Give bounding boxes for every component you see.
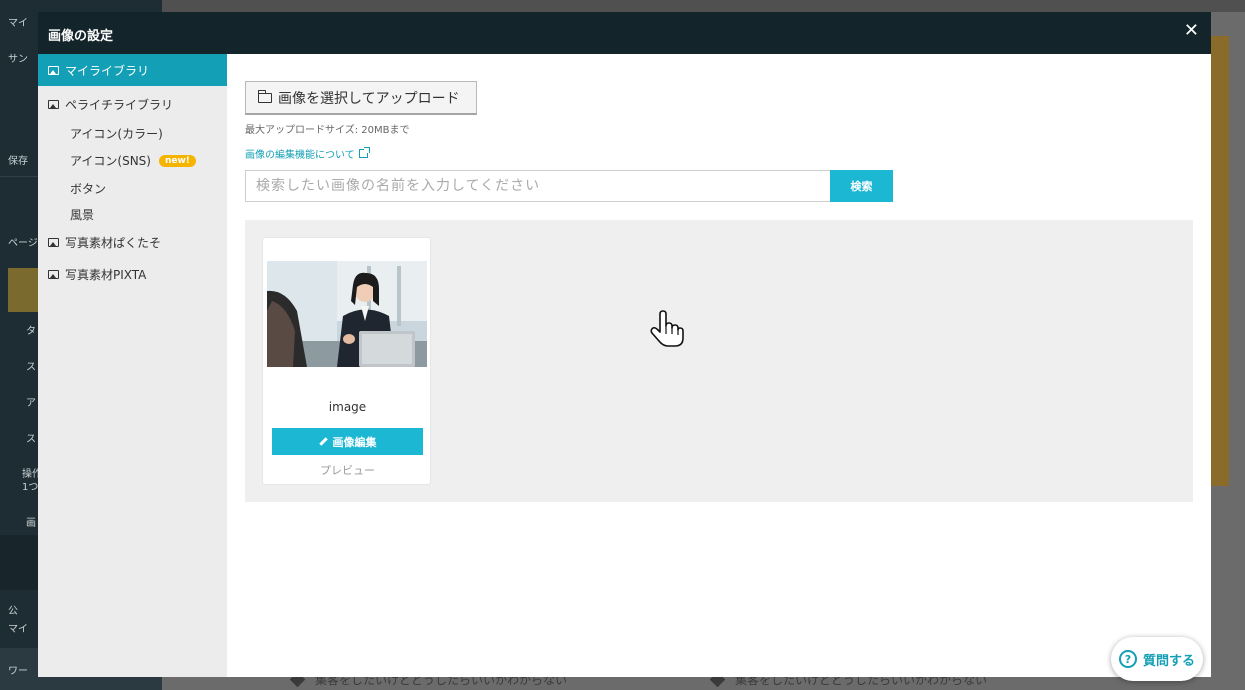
- bg-text: 公: [8, 606, 18, 617]
- bg-text: 1つ: [22, 482, 39, 493]
- sidebar-item-pixta[interactable]: 写真素材PIXTA: [38, 258, 227, 290]
- library-sidebar: マイライブラリ ペライチライブラリ アイコン(カラー) アイコン(SNS) ne…: [38, 54, 227, 677]
- office-photo-image: [267, 261, 427, 367]
- image-icon: [48, 99, 59, 109]
- modal-title: 画像の設定: [48, 29, 114, 44]
- sidebar-item-label: ペライチライブラリ: [65, 97, 174, 112]
- sidebar-subitem-scenery[interactable]: 風景: [70, 206, 94, 223]
- sidebar-item-peraichi-library[interactable]: ペライチライブラリ: [38, 88, 227, 120]
- sidebar-item-label: 写真素材PIXTA: [65, 267, 147, 282]
- edit-feature-link[interactable]: 画像の編集機能について: [245, 146, 370, 161]
- question-icon: ?: [1118, 650, 1137, 668]
- hand-pointer-icon: [650, 310, 684, 347]
- bg-text: ページ: [8, 238, 38, 249]
- upload-button[interactable]: 画像を選択してアップロード: [245, 81, 477, 115]
- image-settings-modal: 画像の設定 ✕ マイライブラリ ペライチライブラリ アイコン(カラー) アイコン…: [38, 12, 1211, 677]
- sidebar-item-label: 写真素材ぱくたそ: [65, 235, 162, 250]
- search-button[interactable]: 検索: [830, 170, 893, 202]
- modal-header: 画像の設定 ✕: [38, 12, 1211, 54]
- sidebar-item-my-library[interactable]: マイライブラリ: [38, 54, 227, 86]
- image-icon: [48, 65, 59, 75]
- sidebar-subitem-icon-sns[interactable]: アイコン(SNS) new!: [70, 152, 196, 169]
- edit-image-button[interactable]: 画像編集: [272, 428, 423, 455]
- bg-text: 画: [26, 518, 36, 529]
- folder-open-icon: [257, 89, 272, 103]
- image-thumbnail[interactable]: [267, 261, 427, 367]
- image-gallery: image 画像編集 プレビュー: [245, 220, 1193, 502]
- help-label: 質問する: [1142, 653, 1195, 669]
- upload-button-label: 画像を選択してアップロード: [278, 90, 460, 107]
- bg-text: サン: [8, 54, 28, 65]
- pencil-icon: [318, 437, 328, 446]
- sidebar-item-pakutaso[interactable]: 写真素材ぱくたそ: [38, 226, 227, 258]
- bg-text: ス: [26, 434, 36, 445]
- upload-size-note: 最大アップロードサイズ: 20MBまで: [245, 125, 410, 136]
- bg-text: 保存: [8, 156, 28, 167]
- new-badge: new!: [158, 154, 196, 167]
- external-link-icon: [358, 147, 370, 158]
- bg-text: ス: [26, 362, 36, 373]
- bg-text: タ: [26, 326, 36, 337]
- background-topbar: [162, 0, 1245, 12]
- close-icon[interactable]: ✕: [1184, 21, 1199, 41]
- sidebar-item-label: マイライブラリ: [65, 63, 150, 78]
- preview-link[interactable]: プレビュー: [263, 462, 432, 478]
- help-button[interactable]: ? 質問する: [1111, 637, 1203, 681]
- bg-text: ア: [26, 398, 36, 409]
- background-image-strip: [1211, 36, 1229, 486]
- image-card[interactable]: image 画像編集 プレビュー: [262, 237, 431, 485]
- image-icon: [48, 269, 59, 279]
- bg-text: ワー: [8, 666, 28, 677]
- sidebar-subitem-icon-color[interactable]: アイコン(カラー): [70, 125, 163, 142]
- bg-thumbnail: [8, 268, 38, 312]
- image-name: image: [328, 400, 367, 414]
- image-icon: [48, 237, 59, 247]
- search-input[interactable]: [245, 170, 831, 202]
- bg-text: マイ: [8, 18, 28, 29]
- sidebar-subitem-button[interactable]: ボタン: [70, 180, 106, 197]
- bg-text: マイ: [8, 624, 28, 635]
